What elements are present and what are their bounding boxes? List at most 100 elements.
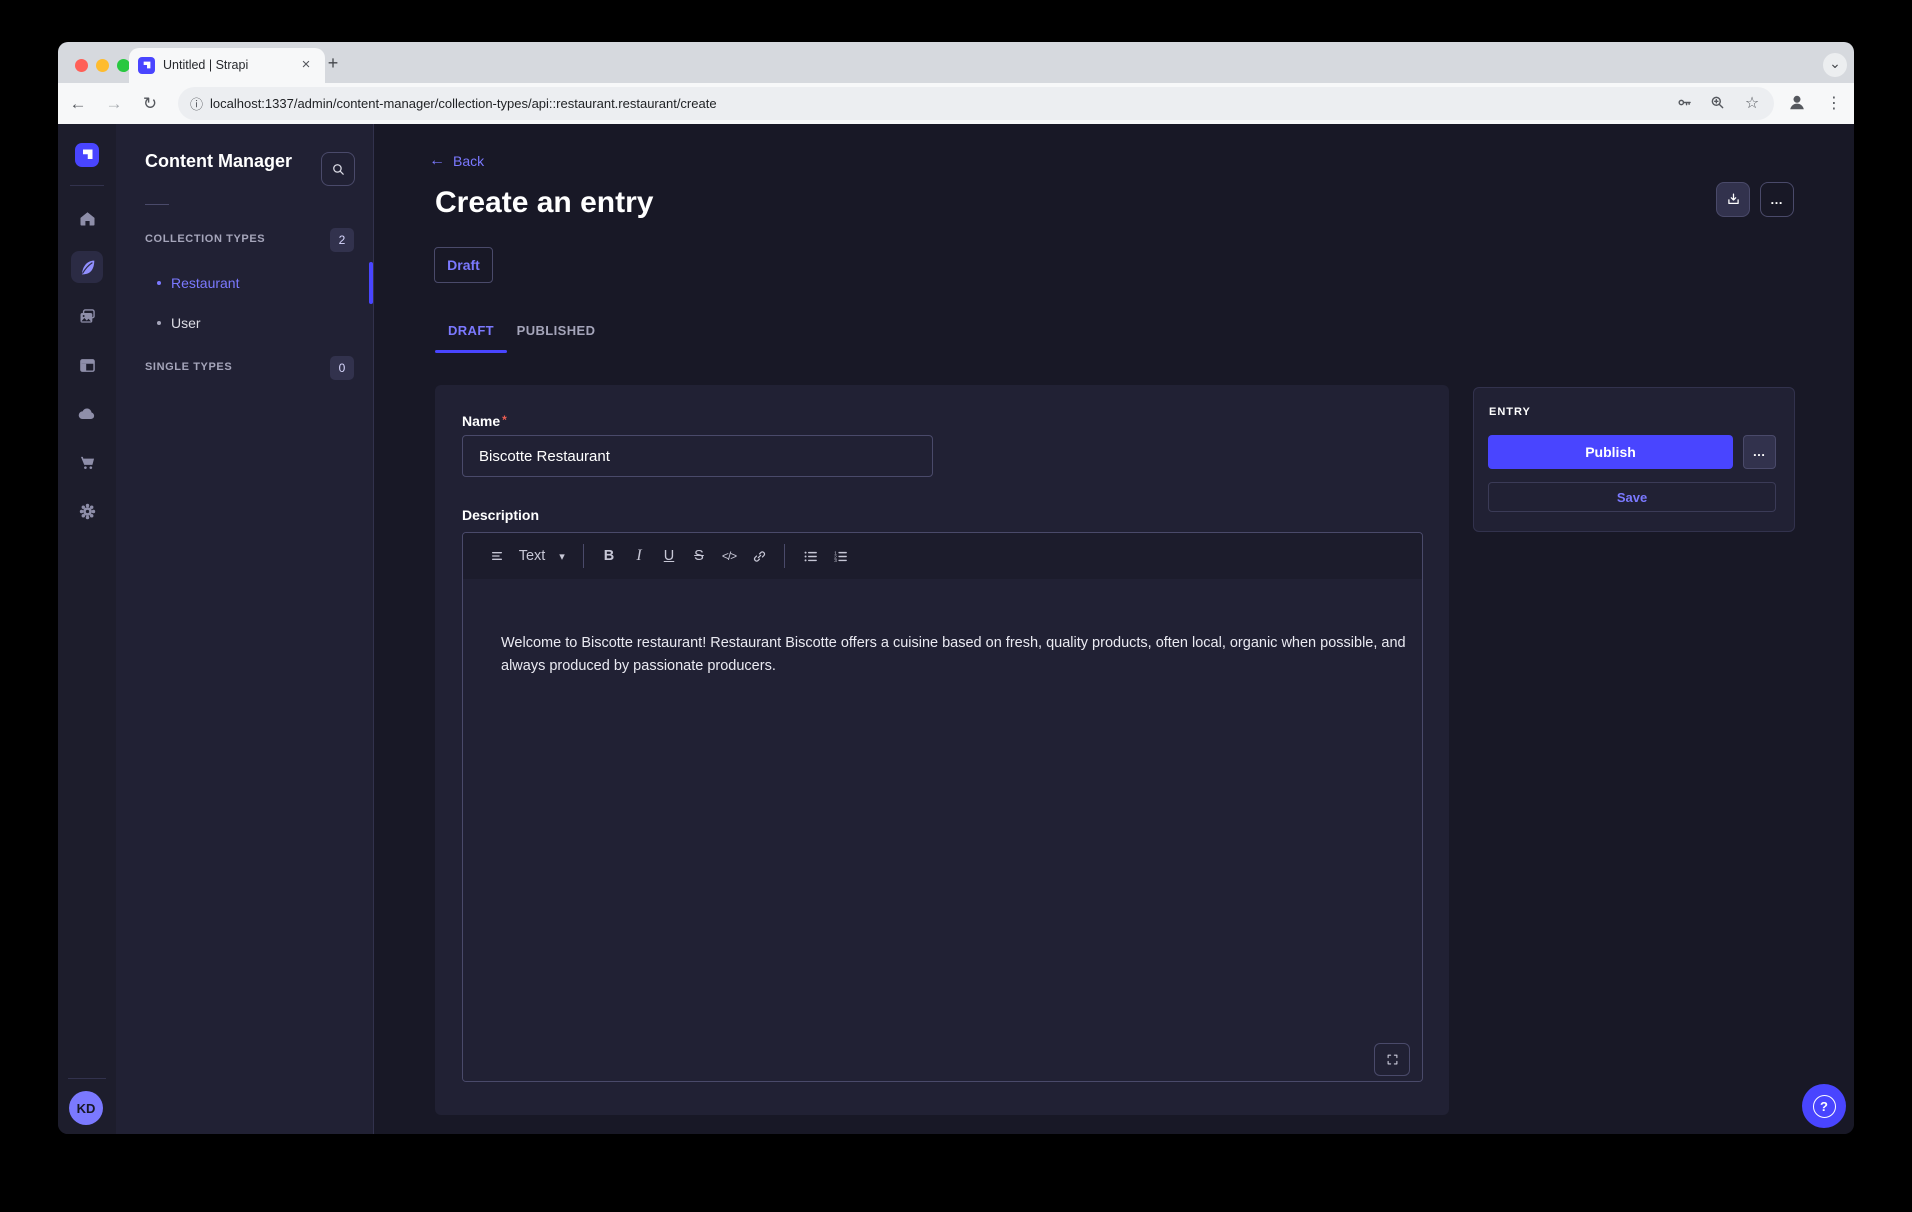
publish-button[interactable]: Publish xyxy=(1488,435,1733,469)
bullet-list-icon xyxy=(802,548,819,565)
entry-more-button[interactable]: … xyxy=(1743,435,1776,469)
expand-icon xyxy=(1385,1052,1400,1067)
strikethrough-button[interactable]: S xyxy=(684,541,714,571)
sidebar-item-media-library[interactable] xyxy=(67,296,107,336)
entry-panel: ENTRY Publish … Save xyxy=(1473,387,1795,532)
required-asterisk: * xyxy=(502,413,507,427)
media-library-icon xyxy=(77,306,98,327)
bold-button[interactable]: B xyxy=(594,541,624,571)
site-info-icon[interactable]: ⓘ xyxy=(190,94,203,113)
toolbar-separator xyxy=(583,544,584,568)
gear-icon xyxy=(77,501,98,522)
description-editor: Text ▾ B I U S </> xyxy=(462,532,1423,1082)
browser-window: Untitled | Strapi × + ⌄ ← → ↻ ⓘ localhos… xyxy=(58,42,1854,1134)
bookmark-star-icon[interactable]: ☆ xyxy=(1741,93,1763,115)
help-icon: ? xyxy=(1813,1095,1836,1118)
browser-tab[interactable]: Untitled | Strapi × xyxy=(129,48,325,83)
align-left-icon[interactable] xyxy=(483,541,513,571)
name-field-label: Name* xyxy=(462,413,507,429)
layout-icon xyxy=(77,355,98,376)
nav-item-label: User xyxy=(171,315,201,331)
screenshot: Untitled | Strapi × + ⌄ ← → ↻ ⓘ localhos… xyxy=(0,0,1912,1212)
sidebar-item-home[interactable] xyxy=(67,198,107,238)
back-link[interactable]: ← Back xyxy=(429,152,484,170)
sidebar-item-deploy-cloud[interactable] xyxy=(67,394,107,434)
active-tab-underline xyxy=(435,350,507,353)
strapi-app: KD Content Manager COLLECTION TYPES 2 Re… xyxy=(58,124,1854,1134)
tab-title: Untitled | Strapi xyxy=(163,58,248,72)
rte-toolbar: Text ▾ B I U S </> xyxy=(463,533,1422,580)
tab-draft[interactable]: DRAFT xyxy=(435,310,507,350)
section-label-collection-types: COLLECTION TYPES xyxy=(145,233,265,245)
search-button[interactable] xyxy=(321,152,355,186)
bullet-icon xyxy=(157,281,161,285)
password-key-icon[interactable] xyxy=(1675,93,1697,115)
svg-text:3: 3 xyxy=(834,558,837,564)
numbered-list-button[interactable]: 123 xyxy=(825,541,855,571)
version-tabs: DRAFT PUBLISHED xyxy=(435,310,605,350)
back-nav-icon[interactable]: ← xyxy=(65,91,91,117)
link-button[interactable] xyxy=(744,541,774,571)
search-icon xyxy=(330,161,347,178)
panel-title: Content Manager xyxy=(145,151,292,172)
browser-toolbar: ← → ↻ ⓘ localhost:1337/admin/content-man… xyxy=(58,83,1854,125)
text-style-select[interactable]: Text xyxy=(513,541,551,571)
url-text: localhost:1337/admin/content-manager/col… xyxy=(210,96,717,111)
reload-icon[interactable]: ↻ xyxy=(137,91,163,117)
new-tab-button[interactable]: + xyxy=(322,53,344,75)
tab-search-chevron-icon[interactable]: ⌄ xyxy=(1823,53,1847,77)
status-badge: Draft xyxy=(434,247,493,283)
description-text: Welcome to Biscotte restaurant! Restaura… xyxy=(501,632,1423,678)
rail-bottom-divider xyxy=(68,1078,106,1079)
single-types-count-badge: 0 xyxy=(330,356,354,380)
forward-nav-icon[interactable]: → xyxy=(101,91,127,117)
url-bar[interactable]: ⓘ localhost:1337/admin/content-manager/c… xyxy=(178,87,1774,120)
bullet-icon xyxy=(157,321,161,325)
name-input[interactable] xyxy=(462,435,933,477)
collection-types-count-badge: 2 xyxy=(330,228,354,252)
section-label-single-types: SINGLE TYPES xyxy=(145,361,232,373)
toolbar-separator xyxy=(784,544,785,568)
user-avatar[interactable]: KD xyxy=(69,1091,103,1125)
description-field-label: Description xyxy=(462,507,539,523)
bullet-list-button[interactable] xyxy=(795,541,825,571)
panel-divider xyxy=(145,204,169,205)
traffic-light-minimize[interactable] xyxy=(96,59,109,72)
content-manager-panel: Content Manager COLLECTION TYPES 2 Resta… xyxy=(116,124,374,1134)
sidebar-item-settings[interactable] xyxy=(67,491,107,531)
underline-button[interactable]: U xyxy=(654,541,684,571)
code-button[interactable]: </> xyxy=(714,541,744,571)
tab-close-icon[interactable]: × xyxy=(295,54,317,76)
page-title: Create an entry xyxy=(435,186,653,220)
back-label: Back xyxy=(453,153,484,169)
sidebar-item-user[interactable]: User xyxy=(157,313,201,333)
rte-content-area[interactable]: Welcome to Biscotte restaurant! Restaura… xyxy=(463,579,1422,1081)
home-icon xyxy=(77,208,98,229)
back-arrow-icon: ← xyxy=(429,152,445,170)
traffic-light-close[interactable] xyxy=(75,59,88,72)
zoom-page-icon[interactable] xyxy=(1708,93,1730,115)
cart-icon xyxy=(77,452,98,473)
sidebar-item-marketplace[interactable] xyxy=(67,442,107,482)
chevron-down-icon[interactable]: ▾ xyxy=(551,541,573,571)
expand-editor-button[interactable] xyxy=(1374,1043,1410,1076)
rail-divider xyxy=(70,185,104,186)
main-content: ← Back … Create an entry Draft DRAFT PUB… xyxy=(373,124,1854,1134)
sidebar-item-content-type-builder[interactable] xyxy=(67,345,107,385)
export-button[interactable] xyxy=(1716,182,1750,217)
help-button[interactable]: ? xyxy=(1802,1084,1846,1128)
browser-menu-icon[interactable]: ⋮ xyxy=(1821,91,1847,117)
save-button[interactable]: Save xyxy=(1488,482,1776,512)
download-icon xyxy=(1725,191,1742,208)
sidebar-item-restaurant[interactable]: Restaurant xyxy=(157,273,239,293)
italic-button[interactable]: I xyxy=(624,541,654,571)
strapi-favicon-icon xyxy=(138,57,155,74)
icon-rail: KD xyxy=(58,124,117,1134)
feather-icon xyxy=(77,257,98,278)
cloud-icon xyxy=(76,403,98,425)
sidebar-item-content-manager[interactable] xyxy=(71,251,103,283)
tab-published[interactable]: PUBLISHED xyxy=(507,310,605,350)
profile-icon[interactable] xyxy=(1785,90,1811,116)
link-icon xyxy=(751,548,768,565)
header-more-button[interactable]: … xyxy=(1760,182,1794,217)
